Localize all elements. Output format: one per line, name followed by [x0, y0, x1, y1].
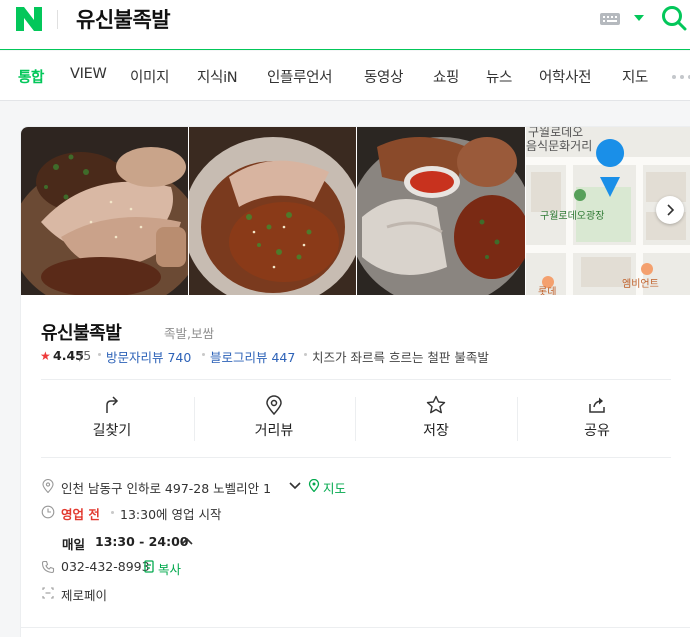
map-label-rodeo-plaza: 구월로데오광장 — [540, 211, 605, 222]
tab-shopping[interactable]: 쇼핑 — [433, 66, 459, 87]
header-divider — [57, 10, 58, 29]
search-input[interactable]: 유신불족발 — [76, 4, 171, 34]
action-divider — [355, 397, 356, 441]
food-photo-2[interactable] — [189, 127, 356, 295]
map-link[interactable]: 지도 — [323, 478, 346, 497]
save-label: 저장 — [423, 423, 449, 439]
food-photo-3[interactable] — [357, 127, 525, 295]
share-label: 공유 — [584, 423, 610, 439]
top-header: 유신불족발 — [0, 0, 690, 50]
chevron-down-icon[interactable] — [634, 15, 644, 21]
copy-icon — [144, 560, 154, 573]
tab-influencer[interactable]: 인플루언서 — [267, 66, 333, 87]
place-card: 구월로데오 음식문화거리 구월로데오광장 엠비언트 롯데 유신불족발 족발,보쌈… — [20, 126, 690, 637]
copy-button[interactable]: 복사 — [158, 559, 181, 578]
hours-day: 매일 — [62, 537, 86, 552]
phone-icon — [41, 560, 55, 574]
tab-images[interactable]: 이미지 — [130, 66, 169, 87]
address-text[interactable]: 인천 남동구 인하로 497-28 노벨리안 1 — [61, 478, 271, 497]
rating-max: /5 — [79, 348, 92, 363]
divider — [41, 379, 671, 380]
status-detail: 13:30에 영업 시작 — [120, 507, 222, 522]
blog-reviews-link[interactable]: 블로그리뷰 447 — [210, 347, 295, 366]
map-label-ambient: 엠비언트 — [622, 279, 659, 290]
visitor-reviews-link[interactable]: 방문자리뷰 740 — [106, 347, 191, 366]
map-label-food-street: 음식문화거리 — [526, 139, 593, 153]
search-icon[interactable] — [661, 5, 687, 31]
place-description: 치즈가 좌르륵 흐르는 철판 불족발 — [312, 350, 489, 365]
map-label-lotte: 롯데 — [538, 287, 557, 295]
separator-dot — [304, 353, 307, 356]
business-status: 영업 전 — [61, 507, 100, 522]
tab-map[interactable]: 지도 — [622, 66, 648, 87]
tab-knowledge-in[interactable]: 지식iN — [197, 66, 238, 87]
tab-view[interactable]: VIEW — [70, 66, 107, 82]
keyboard-icon[interactable] — [600, 13, 620, 25]
separator-dot — [111, 511, 114, 514]
chevron-up-icon[interactable] — [181, 537, 193, 545]
divider — [21, 627, 690, 628]
separator-dot — [98, 353, 101, 356]
map-pin-icon — [308, 479, 320, 492]
place-category: 족발,보쌈 — [164, 326, 214, 341]
share-button[interactable]: 공유 — [537, 393, 657, 443]
action-divider — [517, 397, 518, 441]
phone-number[interactable]: 032-432-8993 — [61, 559, 150, 574]
hours-time: 13:30 - 24:00 — [95, 534, 189, 549]
chevron-right-icon — [667, 204, 675, 216]
payment-icon — [42, 587, 54, 599]
tab-all[interactable]: 통합 — [18, 66, 44, 87]
save-button[interactable]: 저장 — [376, 393, 496, 443]
chevron-down-icon[interactable] — [289, 482, 301, 490]
tab-dictionary[interactable]: 어학사전 — [539, 66, 591, 87]
directions-label: 길찾기 — [92, 423, 132, 439]
separator-dot — [202, 353, 205, 356]
action-divider — [194, 397, 195, 441]
clock-icon — [41, 505, 55, 519]
divider — [41, 457, 671, 458]
street-view-label: 거리뷰 — [254, 423, 294, 439]
next-photo-button[interactable] — [656, 196, 684, 224]
naver-logo[interactable] — [16, 7, 42, 31]
directions-icon — [106, 396, 119, 413]
street-view-button[interactable]: 거리뷰 — [214, 393, 334, 443]
tab-news[interactable]: 뉴스 — [486, 66, 512, 87]
food-photo-1[interactable] — [21, 127, 188, 295]
star-icon: ★ — [40, 349, 51, 363]
tab-video[interactable]: 동영상 — [364, 66, 403, 87]
share-icon — [589, 397, 605, 413]
directions-button[interactable]: 길찾기 — [52, 393, 172, 443]
location-pin-icon — [266, 395, 282, 415]
star-outline-icon — [426, 395, 446, 414]
more-tabs-icon[interactable] — [672, 75, 690, 79]
search-tabs: 통합 VIEW 이미지 지식iN 인플루언서 동영상 쇼핑 뉴스 어학사전 지도 — [0, 51, 690, 101]
place-name[interactable]: 유신불족발 — [41, 319, 122, 345]
payment-method: 제로페이 — [61, 588, 108, 603]
location-pin-icon — [42, 479, 54, 493]
